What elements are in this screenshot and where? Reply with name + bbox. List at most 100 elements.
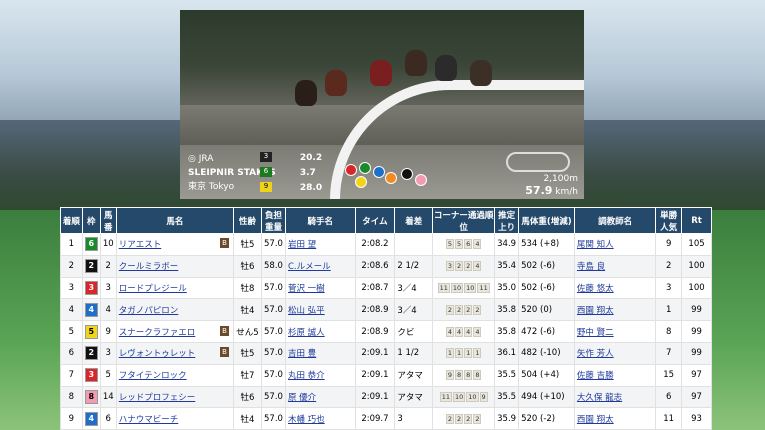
sex-age: 牡5 [240, 349, 255, 360]
last-3f: 35.4 [497, 261, 517, 272]
jockey-cell: 木幡 巧也 [284, 407, 356, 430]
trainer-link[interactable]: 大久保 龍志 [577, 393, 622, 403]
trainer-link[interactable]: 佐藤 悠太 [577, 284, 614, 294]
rating: 97 [691, 391, 702, 402]
carried-weight: 58.0 [264, 261, 283, 272]
jockey-link[interactable]: C.ルメール [288, 262, 331, 272]
corner-position: 2 [464, 261, 473, 272]
horse-name-link[interactable]: リアエスト [119, 240, 162, 250]
corner-position: 2 [445, 304, 455, 315]
time-cell: 2:09.1 [354, 341, 396, 365]
trainer-link[interactable]: 西園 翔太 [577, 415, 614, 425]
race-video[interactable]: ◎ JRA SLEIPNIR STAKES 東京 Tokyo 3 20.2 6 … [180, 10, 584, 199]
last-3f: 35.5 [497, 370, 517, 381]
corner-position: 2 [473, 413, 482, 424]
blinker-badge: B [220, 325, 230, 336]
corner-position: 4 [464, 326, 473, 337]
trainer-link[interactable]: 佐藤 吉勝 [577, 371, 614, 381]
corner-cell: 11 10 10 9 [432, 385, 496, 409]
col-kishu: 騎手名 [284, 207, 356, 234]
odds-num: 3 [260, 152, 272, 162]
rank: 4 [68, 304, 75, 315]
weight-cell: 58.0 [261, 254, 286, 278]
corner-position: 2 [455, 413, 464, 424]
jockey-link[interactable]: 丸田 恭介 [288, 371, 325, 381]
body-weight-cell: 502 (-6) [518, 276, 575, 300]
horse-name-link[interactable]: フタイテンロック [119, 371, 187, 381]
rank-cell: 6 [60, 341, 83, 365]
jockey-link[interactable]: 杉原 誠人 [288, 328, 325, 338]
trainer-cell: 寺島 良 [573, 254, 657, 278]
umaban-cell: 6 [99, 407, 117, 430]
sex-age-cell: 牡5 [233, 233, 262, 256]
trainer-link[interactable]: 西園 翔太 [577, 306, 614, 316]
corner-position: 10 [452, 391, 466, 402]
rank: 9 [68, 413, 75, 424]
margin: 3／4 [397, 283, 417, 294]
waku-cell: 4 [81, 298, 101, 322]
race-time: 2:08.2 [361, 239, 389, 250]
margin-cell: 3／4 [394, 298, 434, 322]
sex-age: 牡5 [240, 240, 255, 251]
horse-name-link[interactable]: ハナウマビーチ [119, 415, 179, 425]
horse-name-link[interactable]: クールミラボー [119, 262, 179, 272]
col-agari: 推定上り [494, 207, 520, 234]
margin: 2 1/2 [397, 261, 420, 272]
horse-name-link[interactable]: スナークラファエロ [119, 328, 196, 338]
corner-position: 8 [455, 370, 464, 381]
horse-name-link[interactable]: レッドプロフェシー [119, 393, 196, 403]
corner-position: 4 [455, 326, 464, 337]
jockey-link[interactable]: 吉田 豊 [288, 349, 316, 359]
jockey-link[interactable]: 松山 弘平 [288, 306, 325, 316]
sex-age: 牡6 [240, 392, 255, 403]
table-row: 7 3 5 フタイテンロック 牡7 57.0 丸田 恭介 2:09.1 アタマ 9 8 8 8 35.5 5… [60, 363, 712, 387]
trainer-link[interactable]: 尾関 知人 [577, 240, 614, 250]
horse-name-link[interactable]: タガノパピロン [119, 306, 179, 316]
sex-age: 牡4 [240, 414, 255, 425]
table-row: 8 8 14 レッドプロフェシー 牡6 57.0 原 優介 2:09.1 アタマ 11 10 10 9 3… [60, 385, 712, 409]
venue: 東京 [188, 182, 207, 192]
margin-cell: 2 1/2 [394, 254, 434, 278]
time-cell: 2:09.1 [354, 385, 396, 409]
umaban: 14 [102, 391, 114, 402]
trainer-link[interactable]: 寺島 良 [577, 262, 605, 272]
waku-badge: 2 [84, 259, 98, 274]
jockey-cell: 菅沢 一樹 [284, 276, 356, 300]
popularity-cell: 11 [655, 407, 683, 430]
corner-cell: 9888 [432, 363, 496, 387]
umaban-cell: 3 [99, 276, 117, 300]
weight-cell: 57.0 [261, 341, 286, 365]
jockey-link[interactable]: 菅沢 一樹 [288, 284, 325, 294]
race-time: 2:08.9 [361, 326, 389, 337]
trainer-link[interactable]: 矢作 芳人 [577, 349, 614, 359]
table-row: 1 6 10 リアエスト B 牡5 57.0 岩田 望 2:08.2 5 5 6 4 34.9 534 (+… [60, 233, 712, 256]
odds-value: 3.7 [299, 167, 316, 178]
rating: 99 [691, 326, 702, 337]
trainer-cell: 西園 翔太 [573, 298, 657, 322]
jockey-link[interactable]: 木幡 巧也 [288, 415, 325, 425]
horse-name-cell: クールミラボー [115, 254, 235, 278]
results-table: 着順 枠 馬番 馬名 性齢 負担重量 騎手名 タイム 着差 コーナー通過順位 推… [60, 207, 712, 430]
body-weight-diff: (+10) [540, 391, 565, 402]
trainer-link[interactable]: 野中 賢二 [577, 328, 614, 338]
waku-cell: 2 [81, 254, 101, 278]
horse-name-link[interactable]: ロードプレジール [119, 284, 187, 294]
popularity-cell: 1 [655, 298, 683, 322]
corner-cell: 2222 [432, 407, 496, 430]
trainer-cell: 大久保 龍志 [573, 385, 657, 409]
rating-cell: 97 [681, 363, 712, 387]
trainer-cell: 尾関 知人 [573, 233, 657, 256]
jockey-link[interactable]: 岩田 望 [288, 240, 316, 250]
horse-name-link[interactable]: レヴォントゥレット [119, 349, 196, 359]
popularity-cell: 15 [655, 363, 683, 387]
weight-cell: 57.0 [261, 276, 286, 300]
body-weight: 494 [521, 391, 538, 402]
table-row: 3 3 3 ロードプレジール 牡8 57.0 菅沢 一樹 2:08.7 3／4 11 10 10 11 3… [60, 276, 712, 300]
agari-cell: 35.9 [494, 407, 520, 430]
corner-cell: 2222 [432, 298, 496, 322]
body-weight-diff: (0) [540, 304, 553, 315]
table-row: 5 5 9 スナークラファエロ B せん5 57.0 杉原 誠人 2:08.9 クビ 4 4 4 4 35.… [60, 320, 712, 343]
corner-position: 1 [455, 348, 464, 359]
col-bamei: 馬名 [115, 207, 235, 234]
jockey-link[interactable]: 原 優介 [288, 393, 316, 403]
